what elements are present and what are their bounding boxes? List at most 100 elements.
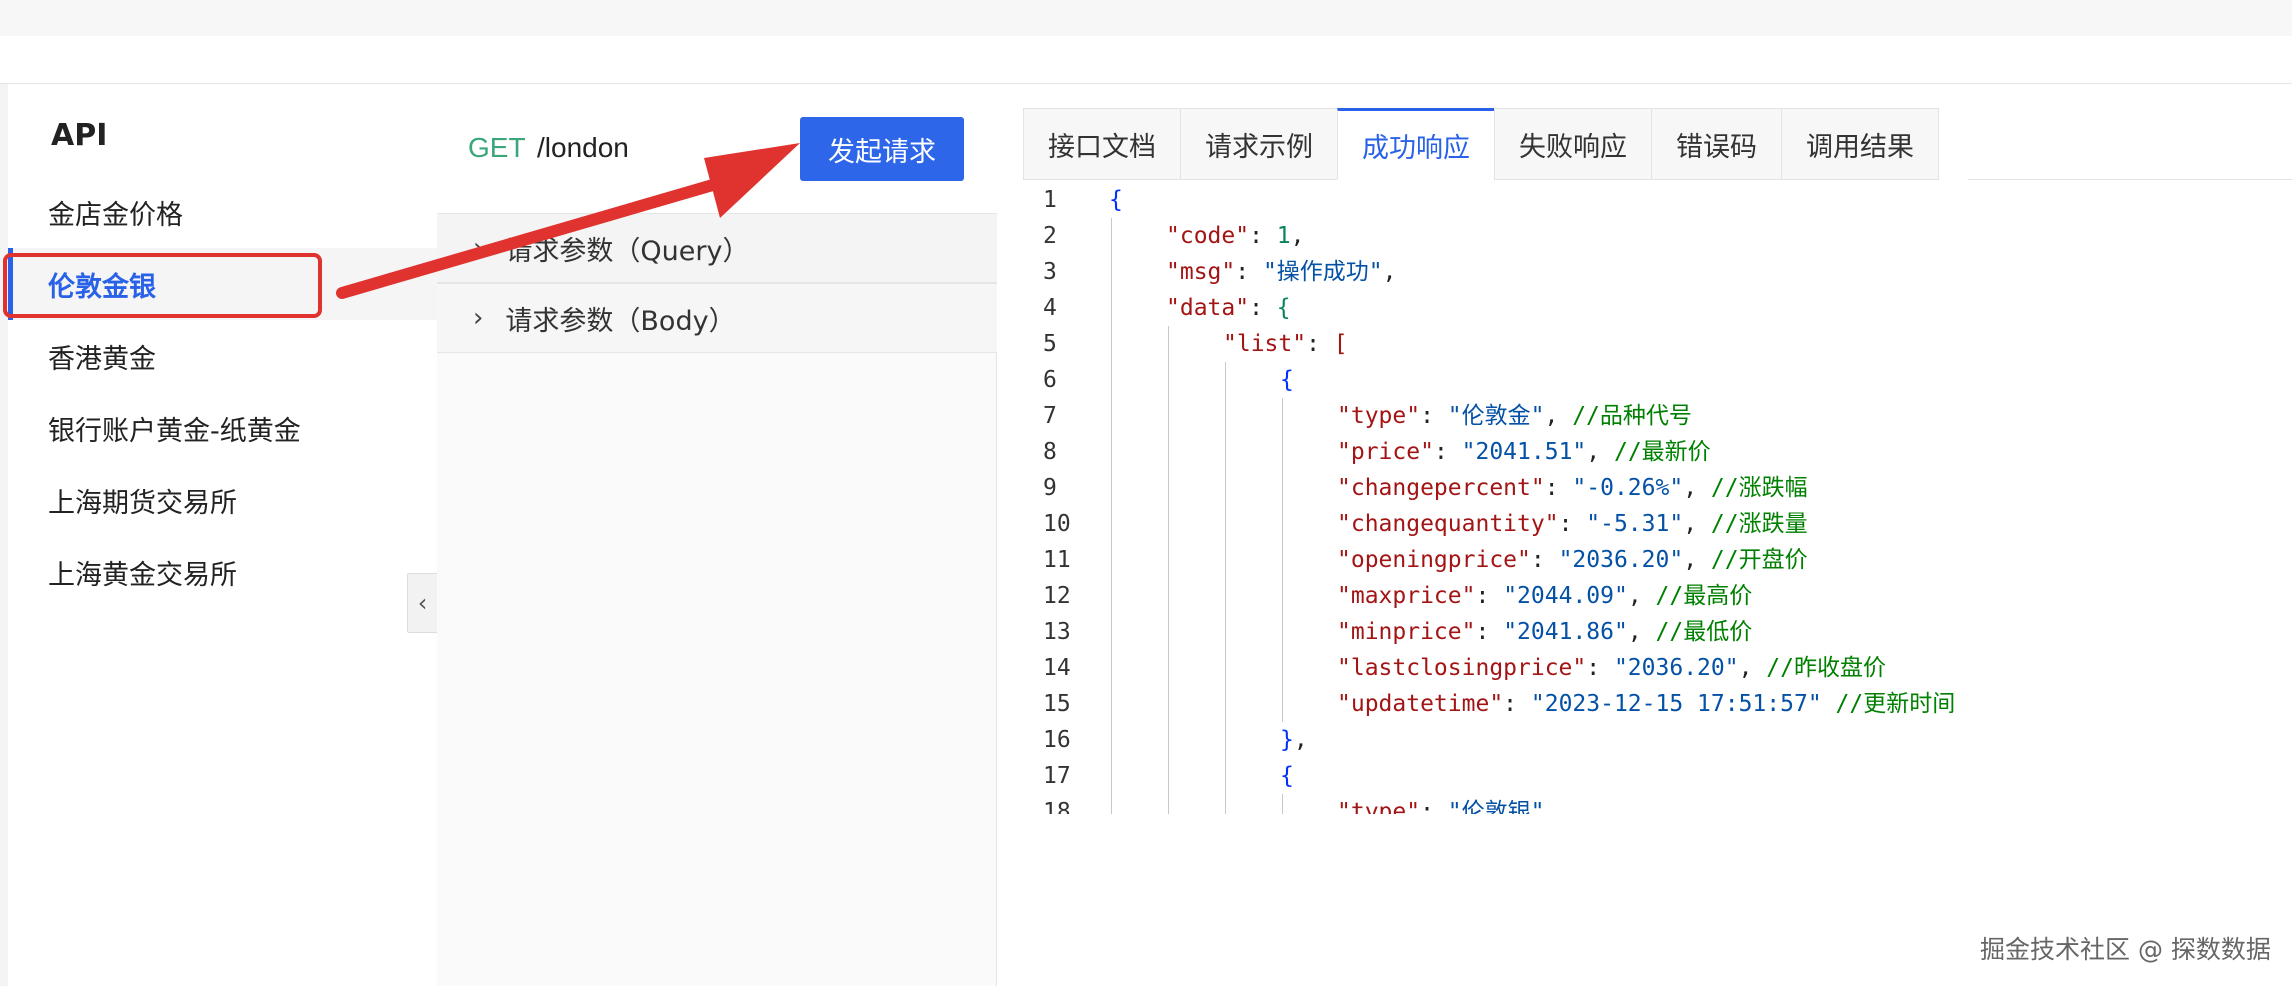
sidebar-item-label: 上海期货交易所 [48, 487, 237, 519]
tab[interactable]: 请求示例 [1180, 108, 1337, 180]
indent-guide [1168, 470, 1169, 506]
line-number: 5 [1043, 331, 1057, 357]
collapse-sidebar-button[interactable]: ‹ [407, 573, 437, 633]
indent-guide [1111, 686, 1112, 722]
code-line: 7 "type": "伦敦金", //品种代号 [1023, 398, 2283, 434]
line-number: 17 [1043, 763, 1071, 789]
indent-guide [1168, 758, 1169, 794]
code-token: : [1475, 583, 1504, 609]
sidebar-item-label: 银行账户黄金-纸黄金 [48, 415, 301, 447]
code-line: 13 "minprice": "2041.86", //最低价 [1023, 614, 2283, 650]
code-token: "msg" [1166, 259, 1236, 285]
code-token: "changepercent" [1337, 475, 1545, 501]
indent-guide [1282, 614, 1283, 650]
sidebar-item-label: 香港黄金 [48, 343, 156, 375]
indent-guide [1168, 434, 1169, 470]
send-request-button[interactable]: 发起请求 [800, 117, 964, 181]
code-token: , [1683, 547, 1711, 573]
tab[interactable]: 接口文档 [1023, 108, 1180, 180]
chevron-right-icon: › [473, 303, 484, 333]
query-params-row[interactable]: › 请求参数（Query） [437, 213, 997, 283]
code-text: { [1280, 758, 1294, 794]
code-token: "code" [1166, 223, 1250, 249]
indent-guide [1111, 398, 1112, 434]
indent-guide [1111, 218, 1112, 254]
code-token: "lastclosingprice" [1337, 655, 1587, 681]
code-token: : [1249, 295, 1277, 321]
code-token: } [1280, 727, 1294, 753]
code-text: { [1109, 182, 1123, 218]
sidebar-item[interactable]: 上海黄金交易所 [8, 536, 437, 608]
code-line: 14 "lastclosingprice": "2036.20", //昨收盘价 [1023, 650, 2283, 686]
code-token: "2041.51" [1461, 439, 1587, 465]
code-token: { [1280, 763, 1294, 789]
indent-guide [1111, 254, 1112, 290]
line-number: 1 [1043, 187, 1057, 213]
code-token: "list" [1223, 331, 1307, 357]
code-token: "data" [1166, 295, 1250, 321]
code-text: "minprice": "2041.86", //最低价 [1337, 614, 1752, 650]
sidebar-item[interactable]: 香港黄金 [8, 320, 437, 392]
code-text: "code": 1, [1166, 218, 1305, 254]
code-token: [ [1333, 331, 1348, 357]
code-token: "openingprice" [1337, 547, 1531, 573]
watermark: 掘金技术社区 @ 探数数据 [1980, 935, 2271, 964]
code-token: : [1433, 439, 1462, 465]
code-text: "price": "2041.51", //最新价 [1337, 434, 1711, 470]
code-text: "lastclosingprice": "2036.20", //昨收盘价 [1337, 650, 1886, 686]
indent-guide [1168, 722, 1169, 758]
line-number: 6 [1043, 367, 1057, 393]
sidebar-item[interactable]: 上海期货交易所 [8, 464, 437, 536]
code-viewer[interactable]: 1{2 "code": 1, 3 "msg": "操作成功", 4 "data": {5 "… [1023, 182, 2283, 814]
tab[interactable]: 调用结果 [1781, 108, 1939, 180]
code-token: { [1276, 295, 1291, 321]
code-token: //昨收盘价 [1766, 655, 1886, 681]
code-token: //涨跌量 [1710, 511, 1808, 537]
request-path: /london [537, 132, 629, 163]
code-token: //品种代号 [1572, 403, 1692, 429]
code-token: "2041.86" [1503, 619, 1628, 645]
code-token: "2044.09" [1503, 583, 1628, 609]
indent-guide [1225, 470, 1226, 506]
tab[interactable]: 成功响应 [1337, 108, 1494, 180]
code-token: //更新时间 [1835, 691, 1956, 717]
body-params-row[interactable]: › 请求参数（Body） [437, 283, 997, 353]
indent-guide [1225, 542, 1226, 578]
code-line: 8 "price": "2041.51", //最新价 [1023, 434, 2283, 470]
indent-guide [1225, 506, 1226, 542]
code-token: "伦敦银" [1447, 799, 1545, 814]
code-text: "type": "伦敦银", [1337, 794, 1558, 814]
code-token: , [1382, 259, 1397, 285]
sidebar-item[interactable]: 金店金价格 [8, 176, 437, 248]
code-line: 4 "data": { [1023, 290, 2283, 326]
code-line: 1{ [1023, 182, 2283, 218]
indent-guide [1168, 614, 1169, 650]
code-text: "maxprice": "2044.09", //最高价 [1337, 578, 1752, 614]
tab[interactable]: 错误码 [1651, 108, 1781, 180]
code-token: : [1420, 403, 1448, 429]
code-token: , [1290, 223, 1305, 249]
sidebar-item[interactable]: 伦敦金银 [8, 248, 437, 320]
code-line: 3 "msg": "操作成功", [1023, 254, 2283, 290]
indent-guide [1225, 578, 1226, 614]
query-params-label: 请求参数（Query） [505, 235, 750, 267]
indent-guide [1225, 650, 1226, 686]
code-token: , [1683, 475, 1711, 501]
code-token: : [1475, 619, 1504, 645]
code-text: "changequantity": "-5.31", //涨跌量 [1337, 506, 1808, 542]
indent-guide [1111, 326, 1112, 362]
indent-guide [1111, 290, 1112, 326]
indent-guide [1111, 362, 1112, 398]
code-token: { [1109, 187, 1123, 213]
code-line: 2 "code": 1, [1023, 218, 2283, 254]
code-token: "minprice" [1337, 619, 1476, 645]
indent-guide [1225, 794, 1226, 814]
line-number: 10 [1043, 511, 1071, 537]
tab[interactable]: 失败响应 [1494, 108, 1651, 180]
indent-guide [1111, 542, 1112, 578]
indent-guide [1282, 506, 1283, 542]
sidebar-item[interactable]: 银行账户黄金-纸黄金 [8, 392, 437, 464]
indent-guide [1111, 434, 1112, 470]
code-token: //开盘价 [1710, 547, 1808, 573]
code-token: : [1530, 547, 1559, 573]
